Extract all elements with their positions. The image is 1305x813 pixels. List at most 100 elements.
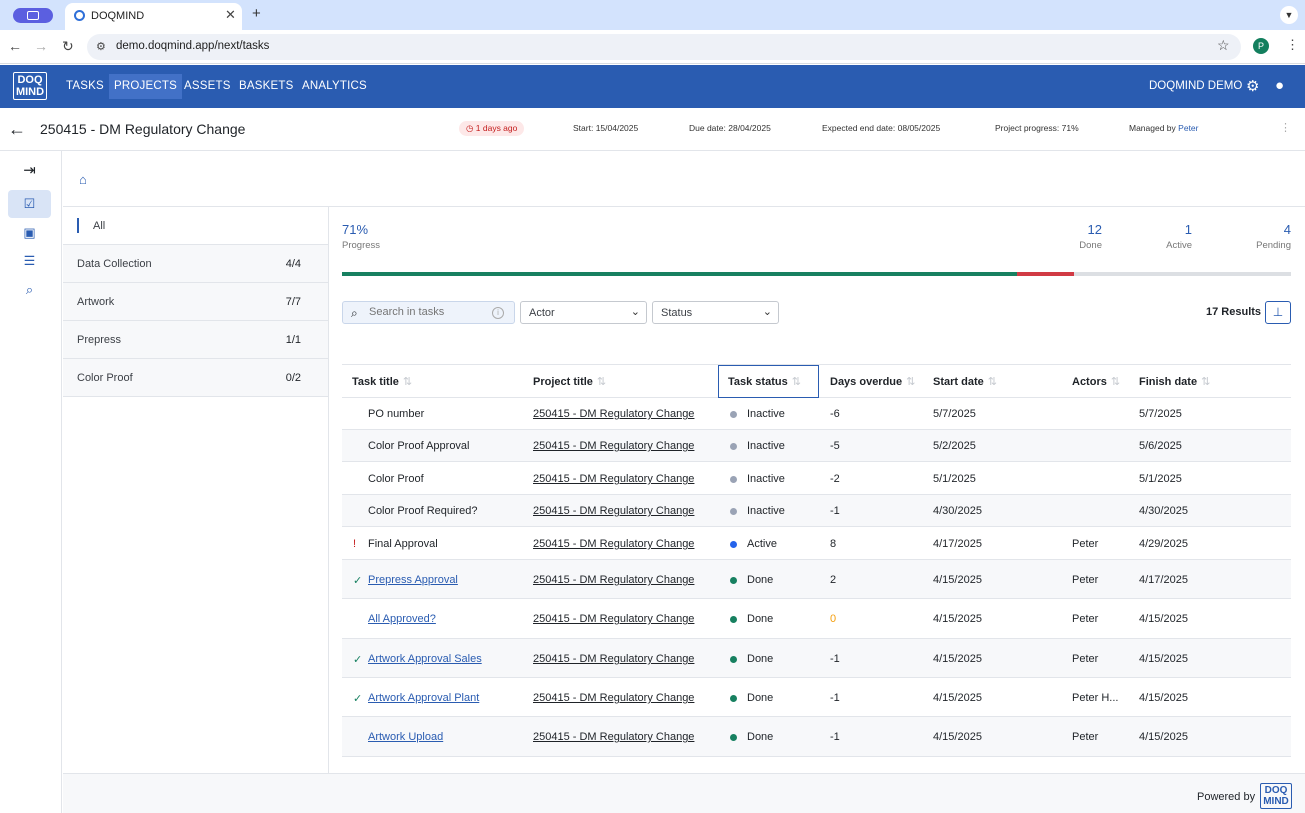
browser-toolbar: ← → ↻ ⚙ demo.doqmind.app/next/tasks ☆ P …	[0, 30, 1305, 64]
table-row[interactable]: ✓ Artwork Approval Plant 250415 - DM Regul…	[342, 678, 1291, 717]
back-arrow-icon[interactable]: ←	[8, 119, 26, 140]
table-row[interactable]: Color Proof Approval 250415 - DM Regulato…	[342, 430, 1291, 462]
project-menu-icon[interactable]: ⋮	[1280, 121, 1291, 134]
project-link[interactable]: 250415 - DM Regulatory Change	[533, 473, 694, 485]
col-start-date[interactable]: Start date ⇅	[933, 375, 997, 388]
pin-icon[interactable]: ⊥	[1265, 301, 1291, 324]
phase-data-collection[interactable]: Data Collection 4/4	[63, 245, 328, 283]
table-row[interactable]: Artwork Upload 250415 - DM Regulatory Cha…	[342, 717, 1291, 757]
project-link[interactable]: 250415 - DM Regulatory Change	[533, 692, 694, 704]
task-title[interactable]: Artwork Approval Sales	[368, 653, 482, 665]
phase-color-proof[interactable]: Color Proof 0/2	[63, 359, 328, 397]
account-name[interactable]: DOQMIND DEMO	[1149, 80, 1242, 92]
screen-icon	[27, 11, 39, 20]
back-arrow-icon[interactable]: ←	[8, 38, 22, 54]
gear-icon[interactable]: ⚙	[1246, 77, 1259, 95]
table-row[interactable]: PO number 250415 - DM Regulatory Change In…	[342, 398, 1291, 430]
project-link[interactable]: 250415 - DM Regulatory Change	[533, 574, 694, 586]
col-finish-date[interactable]: Finish date ⇅	[1139, 375, 1210, 388]
nav-baskets[interactable]: BASKETS	[234, 74, 298, 99]
project-link[interactable]: 250415 - DM Regulatory Change	[533, 538, 694, 550]
col-days-overdue[interactable]: Days overdue ⇅	[830, 375, 915, 388]
document-search-icon[interactable]: ⌕	[8, 276, 51, 304]
project-link[interactable]: 250415 - DM Regulatory Change	[533, 731, 694, 743]
table-row[interactable]: ✓ Artwork Approval Sales 250415 - DM Regul…	[342, 639, 1291, 678]
days-overdue: 0	[830, 613, 837, 625]
finish-date: 4/15/2025	[1139, 653, 1188, 665]
site-settings-icon[interactable]: ⚙	[96, 40, 106, 53]
breadcrumb: ⌂	[63, 151, 1305, 207]
actor: Peter H...	[1072, 692, 1119, 704]
task-status: Inactive	[747, 473, 785, 485]
task-status: Inactive	[747, 505, 785, 517]
status-dot	[730, 476, 737, 483]
table-row[interactable]: Color Proof 250415 - DM Regulatory Change…	[342, 462, 1291, 495]
col-actors[interactable]: Actors ⇅	[1072, 375, 1120, 388]
phase-artwork[interactable]: Artwork 7/7	[63, 283, 328, 321]
task-title[interactable]: Artwork Upload	[368, 731, 443, 743]
project-link[interactable]: 250415 - DM Regulatory Change	[533, 613, 694, 625]
col-task-status[interactable]: Task status ⇅	[728, 375, 801, 388]
chevron-down-icon: ⌄	[762, 306, 772, 318]
forward-arrow-icon[interactable]: →	[34, 38, 48, 54]
search-field[interactable]: ⌕ i	[342, 301, 515, 324]
finish-date: 4/29/2025	[1139, 538, 1188, 550]
address-bar[interactable]: ⚙ demo.doqmind.app/next/tasks ☆	[87, 34, 1241, 60]
home-icon[interactable]: ⌂	[79, 172, 87, 187]
info-icon[interactable]: i	[492, 307, 504, 319]
nav-analytics[interactable]: ANALYTICS	[297, 74, 372, 99]
browser-tab[interactable]: DOQMIND ✕	[65, 3, 242, 30]
col-task-title[interactable]: Task title ⇅	[352, 375, 412, 388]
project-link[interactable]: 250415 - DM Regulatory Change	[533, 440, 694, 452]
done-stat[interactable]: 12 Done	[1079, 222, 1102, 251]
doqmind-logo[interactable]: DOQ MIND	[13, 72, 47, 100]
project-link[interactable]: 250415 - DM Regulatory Change	[533, 653, 694, 665]
pending-stat[interactable]: 4 Pending	[1256, 222, 1291, 251]
table-row[interactable]: Color Proof Required? 250415 - DM Regulat…	[342, 495, 1291, 527]
table-row[interactable]: All Approved? 250415 - DM Regulatory Chan…	[342, 599, 1291, 639]
nav-tasks[interactable]: TASKS	[61, 74, 109, 99]
status-select[interactable]: Status ⌄	[652, 301, 779, 324]
image-icon[interactable]: ▣	[8, 219, 51, 247]
project-header: ← 250415 - DM Regulatory Change ◷ 1 days…	[0, 108, 1305, 151]
table-row[interactable]: ! Final Approval 250415 - DM Regulatory Ch…	[342, 527, 1291, 560]
search-input[interactable]	[369, 306, 487, 318]
actor-select[interactable]: Actor ⌄	[520, 301, 647, 324]
document-icon[interactable]: ☰	[8, 247, 51, 275]
phase-list: All Data Collection 4/4 Artwork 7/7 Prepre…	[63, 207, 329, 773]
phase-all[interactable]: All	[63, 207, 328, 245]
nav-assets[interactable]: ASSETS	[179, 74, 236, 99]
nav-projects[interactable]: PROJECTS	[109, 74, 182, 99]
chevron-down-icon[interactable]: ▼	[1280, 6, 1298, 24]
bookmark-star-icon[interactable]: ☆	[1217, 37, 1230, 54]
active-stat[interactable]: 1 Active	[1166, 222, 1192, 251]
new-tab-icon[interactable]: +	[252, 5, 261, 22]
task-title[interactable]: Artwork Approval Plant	[368, 692, 479, 704]
start-date: 4/15/2025	[933, 613, 982, 625]
browser-menu-icon[interactable]: ⋮	[1286, 37, 1299, 53]
expand-sidebar-icon[interactable]: ⇥	[8, 157, 51, 185]
phase-prepress[interactable]: Prepress 1/1	[63, 321, 328, 359]
project-link[interactable]: 250415 - DM Regulatory Change	[533, 408, 694, 420]
footer: Powered by DOQ MIND	[63, 773, 1305, 813]
task-status: Done	[747, 574, 774, 586]
warning-icon: !	[353, 538, 357, 550]
tab-search-button[interactable]	[13, 8, 53, 23]
task-title[interactable]: All Approved?	[368, 613, 436, 625]
profile-avatar[interactable]: P	[1253, 38, 1269, 54]
powered-by-text: Powered by	[1197, 791, 1256, 803]
close-icon[interactable]: ✕	[225, 7, 236, 23]
project-progress: Project progress: 71%	[995, 123, 1079, 133]
side-nav: ⇥ ☑ ▣ ☰ ⌕	[0, 151, 62, 813]
days-overdue: -1	[830, 692, 840, 704]
project-link[interactable]: 250415 - DM Regulatory Change	[533, 505, 694, 517]
manager-link[interactable]: Peter	[1178, 123, 1198, 133]
user-icon[interactable]: ●	[1275, 77, 1284, 94]
task-title[interactable]: Prepress Approval	[368, 574, 458, 586]
reload-icon[interactable]: ↻	[62, 38, 74, 55]
url-text[interactable]: demo.doqmind.app/next/tasks	[116, 40, 269, 52]
tasks-checklist-icon[interactable]: ☑	[8, 190, 51, 218]
table-row[interactable]: ✓ Prepress Approval 250415 - DM Regulatory…	[342, 560, 1291, 599]
days-overdue: -6	[830, 408, 840, 420]
col-project-title[interactable]: Project title ⇅	[533, 375, 606, 388]
